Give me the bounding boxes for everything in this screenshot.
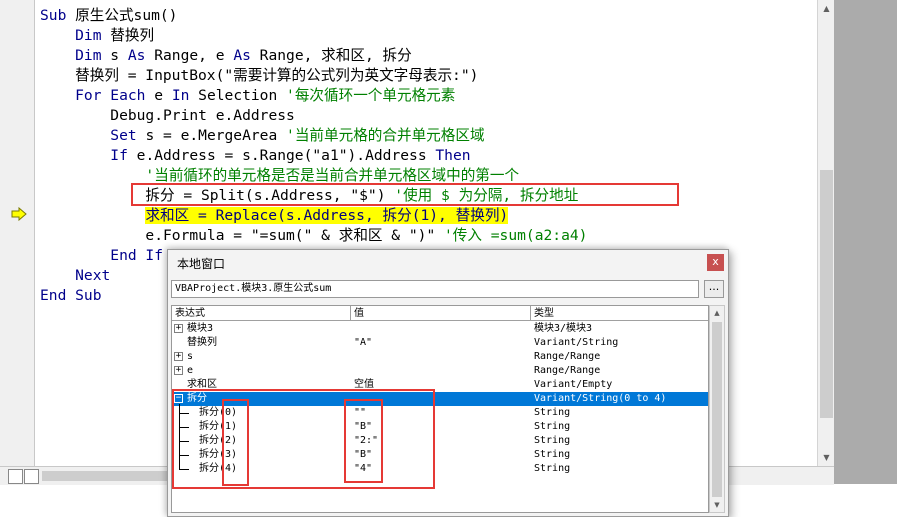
code-comment: '每次循环一个单元格元素 [286,87,456,104]
code-text: s [110,47,128,64]
code-line[interactable]: Dim s As Range, e As Range, 求和区, 拆分 [40,46,412,66]
type-cell: Range/Range [534,351,601,362]
code-line[interactable]: Set s = e.MergeArea '当前单元格的合并单元格区域 [40,126,485,146]
type-cell: String [534,435,571,446]
procedure-view-button[interactable] [8,469,23,484]
expression-cell: 模块3 [187,323,214,334]
code-line[interactable]: 求和区 = Replace(s.Address, 拆分(1), 替换列) [40,206,509,226]
code-text: Selection [198,87,287,104]
column-header-value[interactable]: 值 [354,307,364,320]
code-comment: '传入 =sum(a2:a4) [444,227,588,244]
code-line[interactable]: End Sub [40,286,102,306]
code-keyword: Dim [40,27,111,44]
code-line[interactable]: e.Formula = "=sum(" & 求和区 & ")" '传入 =sum… [40,226,587,246]
scroll-thumb[interactable] [712,322,722,497]
context-field: VBAProject.模块3.原生公式sum [171,280,699,298]
locals-row[interactable]: 替换列 "A" Variant/String [172,336,708,350]
code-keyword: As [233,47,260,64]
code-line[interactable]: Dim 替换列 [40,26,154,46]
code-keyword: For Each [40,87,155,104]
code-text: e [154,87,172,104]
code-keyword: Dim [40,47,111,64]
code-keyword: End Sub [40,287,102,304]
locals-row[interactable]: + e Range/Range [172,364,708,378]
locals-row[interactable]: + 模块3 模块3/模块3 [172,322,708,336]
annotation-highlight-box [131,183,679,206]
code-line[interactable]: For Each e In Selection '每次循环一个单元格元素 [40,86,455,106]
code-comment: '当前循环的单元格是否是当前合并单元格区域中的第一个 [40,167,520,184]
annotation-box-values [344,399,383,483]
code-line[interactable]: Debug.Print e.Address [40,106,295,126]
workspace-background [834,0,897,484]
locals-vertical-scrollbar[interactable]: ▲ ▼ [709,305,725,513]
code-line[interactable]: Next [40,266,110,286]
type-cell: Range/Range [534,365,601,376]
code-keyword: End If [40,247,164,264]
scroll-down-arrow-icon[interactable]: ▼ [818,449,835,466]
code-line[interactable]: End If [40,246,163,266]
code-keyword: As [127,47,155,64]
full-module-view-button[interactable] [24,469,39,484]
type-cell: String [534,407,571,418]
scroll-down-arrow-icon[interactable]: ▼ [710,498,724,512]
code-line[interactable]: If e.Address = s.Range("a1").Address The… [40,146,471,166]
editor-vertical-scrollbar[interactable]: ▲ ▼ [817,0,835,466]
expression-cell: 替换列 [187,337,217,348]
code-text: 求和区 = Replace(s.Address, 拆分(1), 替换列) [145,207,509,224]
type-cell: Variant/String [534,337,619,348]
margin-indicator-bar[interactable] [0,0,35,466]
expand-icon[interactable]: + [174,324,183,333]
scroll-up-arrow-icon[interactable]: ▲ [818,0,835,17]
type-cell: Variant/Empty [534,379,613,390]
code-text: Range, 求和区, 拆分 [259,47,412,64]
type-cell: 模块3/模块3 [534,323,593,334]
code-comment: '当前单元格的合并单元格区域 [286,127,485,144]
type-cell: String [534,421,571,432]
code-text: e.Formula = "=sum(" & 求和区 & ")" [40,227,445,244]
code-line[interactable]: Sub 原生公式sum() [40,6,177,26]
expression-cell: s [187,351,194,362]
code-keyword: Next [40,267,111,284]
code-text: 替换列 [110,27,155,44]
code-text: 原生公式sum() [75,7,178,24]
column-header-expression[interactable]: 表达式 [175,307,205,320]
expand-icon[interactable]: + [174,366,183,375]
call-stack-button[interactable]: ... [704,280,724,298]
code-text: e.Address = s.Range("a1").Address [136,147,436,164]
type-cell: String [534,449,571,460]
code-text: 替换列 = InputBox("需要计算的公式列为英文字母表示:") [40,67,479,84]
code-text: s = e.MergeArea [145,127,287,144]
code-keyword: If [40,147,137,164]
code-text: Range, e [154,47,234,64]
annotation-box-indexes [222,399,249,486]
code-keyword: In [171,87,199,104]
locals-row[interactable]: + s Range/Range [172,350,708,364]
execution-pointer-icon [11,207,27,221]
expression-cell: e [187,365,194,376]
close-button[interactable]: x [707,254,724,271]
code-keyword: Set [40,127,146,144]
type-cell: Variant/String(0 to 4) [534,393,667,404]
scroll-thumb[interactable] [820,170,833,418]
code-keyword: Then [435,147,471,164]
code-text: Debug.Print e.Address [40,107,295,124]
annotation-box-split-array [172,389,435,489]
type-cell: String [534,463,571,474]
expand-icon[interactable]: + [174,352,183,361]
value-cell: "A" [354,337,373,348]
code-keyword: Sub [40,7,76,24]
column-header-type[interactable]: 类型 [534,307,554,320]
locals-window-title: 本地窗口 [177,257,226,271]
scroll-up-arrow-icon[interactable]: ▲ [710,306,724,320]
code-line[interactable]: 替换列 = InputBox("需要计算的公式列为英文字母表示:") [40,66,478,86]
